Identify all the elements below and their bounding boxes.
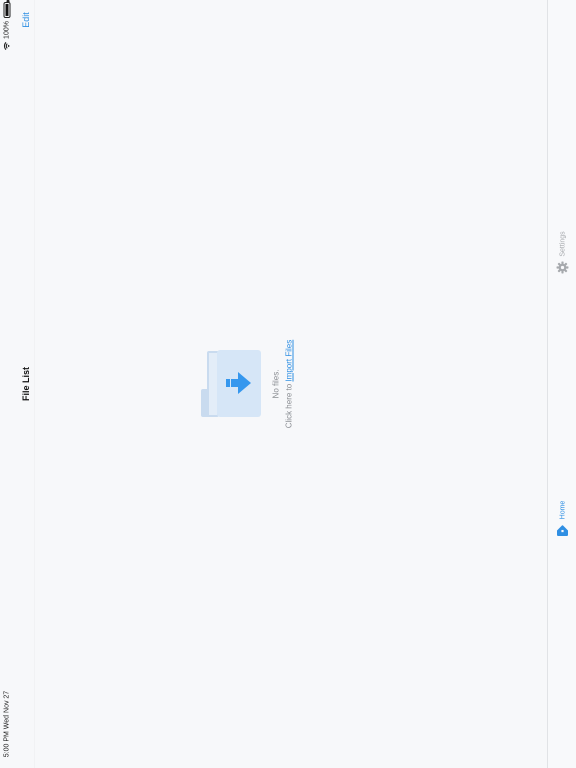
empty-prompt: Click here to Import Files: [285, 340, 294, 429]
status-indicators: 100%: [3, 2, 11, 50]
tab-home-label: Home: [559, 500, 567, 520]
battery-fill: [5, 4, 9, 17]
empty-message: No files.: [271, 369, 281, 399]
battery-icon: [3, 2, 11, 19]
status-time-date: 5:00 PM Wed Nov 27: [3, 690, 11, 758]
battery-percent: 100%: [3, 21, 11, 39]
gear-icon: [556, 261, 569, 274]
import-folder-icon: [201, 350, 261, 417]
tab-settings-label: Settings: [559, 231, 567, 257]
import-files-link[interactable]: Import Files: [285, 340, 294, 382]
tab-home[interactable]: Home: [548, 496, 576, 540]
app-screen: 5:00 PM Wed Nov 27 100% File List Edit N…: [0, 0, 576, 768]
home-icon: [557, 525, 568, 536]
page-title: File List: [21, 366, 31, 402]
wifi-icon: [4, 41, 10, 50]
tab-bar: Settings Home: [547, 0, 576, 768]
tab-settings[interactable]: Settings: [548, 226, 576, 276]
status-bar: 5:00 PM Wed Nov 27 100%: [0, 0, 14, 768]
empty-prompt-text: Click here to: [284, 383, 294, 429]
edit-button[interactable]: Edit: [21, 12, 31, 28]
